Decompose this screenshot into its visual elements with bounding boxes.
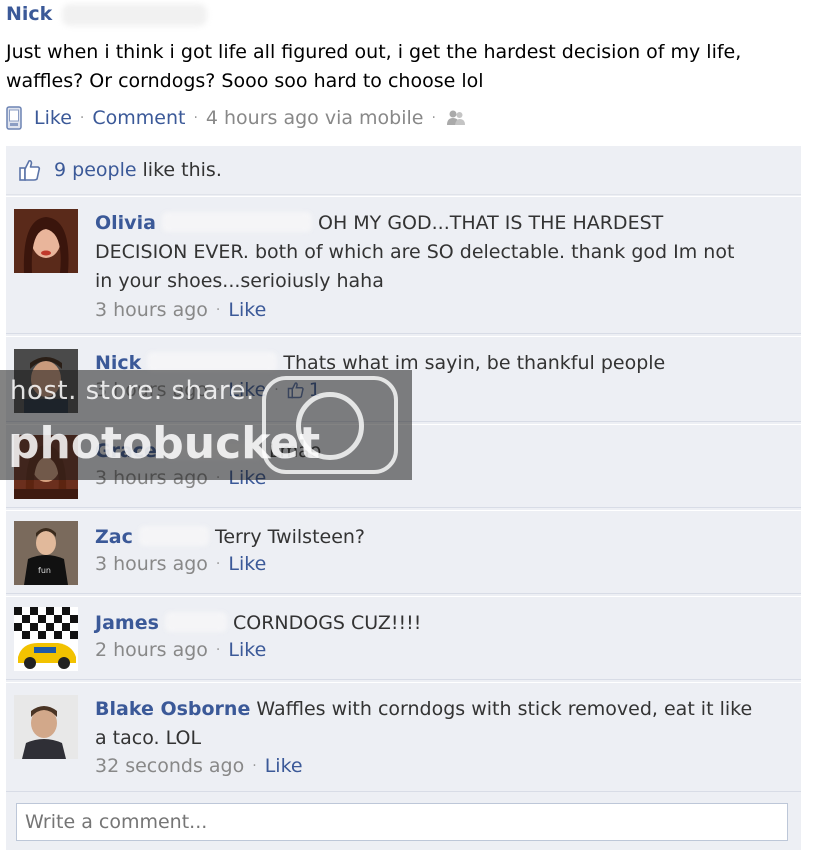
comment-like-link[interactable]: Like: [228, 639, 266, 661]
redacted-surname: [164, 612, 227, 632]
comment-meta: 3 hours ago · Like: [95, 553, 266, 575]
comment-text: CORNDOGS CUZ!!!!: [232, 612, 422, 634]
comment-like-link[interactable]: Like: [228, 379, 266, 401]
separator-dot: ·: [215, 556, 221, 572]
post-like-link[interactable]: Like: [34, 107, 72, 129]
feedback-box: 9 people like this. Olivia OH MY GOD...T…: [6, 146, 801, 850]
separator-dot: ·: [215, 470, 221, 486]
post-author-link[interactable]: Nick: [6, 3, 52, 25]
comment-meta: 3 hours ago · Like: [95, 467, 266, 489]
comment-item: fun Zac Terry Twilsteen? 3 hours ago · L…: [6, 510, 801, 594]
likes-suffix: like this.: [142, 159, 222, 181]
comment-body: Blake Osborne Waffles with corndogs with…: [95, 695, 755, 753]
comment-text: Terry Twilsteen?: [214, 526, 366, 548]
comment-like-link[interactable]: Like: [265, 755, 303, 777]
comment-body: James CORNDOGS CUZ!!!!: [95, 609, 755, 638]
comment-body: Zac Terry Twilsteen?: [95, 523, 755, 552]
avatar[interactable]: [14, 435, 78, 499]
post-comment-link[interactable]: Comment: [92, 107, 185, 129]
separator-dot: ·: [274, 382, 279, 398]
comment-item: Blake Osborne Waffles with corndogs with…: [6, 682, 801, 792]
separator-dot: ·: [252, 758, 257, 774]
redacted-surname: [161, 212, 312, 232]
comment-text: Thats what im sayin, be thankful people: [283, 352, 666, 374]
comment-item: Nick Thats what im sayin, be thankful pe…: [6, 336, 801, 422]
avatar[interactable]: fun: [14, 521, 78, 585]
commenter-name-link[interactable]: Blake Osborne: [95, 698, 250, 720]
post-timestamp: 4 hours ago via mobile: [205, 107, 424, 129]
comment-body: Nick Thats what im sayin, be thankful pe…: [95, 349, 755, 378]
comment-timestamp: 3 hours ago: [95, 553, 208, 575]
friends-privacy-icon[interactable]: [446, 108, 466, 128]
comment-meta: 3 hours ago · Like: [95, 299, 266, 321]
write-comment-input[interactable]: [16, 803, 788, 841]
comment-timestamp: 3 hours ago: [95, 379, 208, 401]
likes-summary: 9 people like this.: [6, 146, 801, 195]
comment-like-link[interactable]: Like: [228, 299, 266, 321]
commenter-name-link[interactable]: Nick: [95, 352, 141, 374]
separator-dot: ·: [215, 382, 221, 398]
svg-text:fun: fun: [38, 566, 51, 575]
comment-item: Olivia OH MY GOD...THAT IS THE HARDEST D…: [6, 196, 801, 334]
likers-link[interactable]: 9 people: [54, 159, 137, 181]
comment-item: James CORNDOGS CUZ!!!! 2 hours ago · Lik…: [6, 596, 801, 680]
comment-timestamp: 3 hours ago: [95, 299, 208, 321]
mobile-phone-icon: [6, 106, 22, 130]
comment-body: Olivia OH MY GOD...THAT IS THE HARDEST D…: [95, 209, 755, 296]
comment-like-count[interactable]: 1: [287, 379, 321, 401]
comment-meta: 2 hours ago · Like: [95, 639, 266, 661]
separator-dot: ·: [79, 110, 85, 126]
redacted-surname: [162, 440, 263, 460]
comment-timestamp: 3 hours ago: [95, 467, 208, 489]
avatar[interactable]: [14, 209, 78, 273]
comment-meta: 32 seconds ago · Like: [95, 755, 303, 777]
status-post: Nick Just when i think i got life all fi…: [0, 0, 824, 850]
comment-body: Grace Lmao: [95, 437, 755, 466]
comment-text: Lmao: [269, 440, 322, 462]
separator-dot: ·: [215, 302, 221, 318]
separator-dot: ·: [215, 642, 221, 658]
separator-dot: ·: [193, 110, 198, 126]
like-count-value: 1: [308, 379, 321, 401]
separator-dot: ·: [431, 110, 436, 126]
commenter-name-link[interactable]: James: [95, 612, 159, 634]
comment-item: Grace Lmao 3 hours ago · Like: [6, 424, 801, 508]
comment-meta: 3 hours ago · Like · 1: [95, 379, 321, 401]
avatar[interactable]: [14, 607, 78, 671]
thumbs-up-icon: [287, 382, 304, 399]
comment-like-link[interactable]: Like: [228, 553, 266, 575]
redacted-surname: [62, 4, 207, 26]
redacted-surname: [147, 352, 278, 372]
commenter-name-link[interactable]: Olivia: [95, 212, 156, 234]
commenter-name-link[interactable]: Zac: [95, 526, 133, 548]
status-text: Just when i think i got life all figured…: [6, 41, 742, 92]
post-meta-row: Like · Comment · 4 hours ago via mobile …: [6, 104, 466, 132]
thumbs-up-icon: [19, 159, 41, 181]
redacted-surname: [138, 526, 209, 546]
write-comment-area: [6, 791, 801, 850]
comment-timestamp: 32 seconds ago: [95, 755, 245, 777]
avatar[interactable]: [14, 695, 78, 759]
comment-timestamp: 2 hours ago: [95, 639, 208, 661]
avatar[interactable]: [14, 349, 78, 413]
commenter-name-link[interactable]: Grace: [95, 440, 157, 462]
comment-like-link[interactable]: Like: [228, 467, 266, 489]
